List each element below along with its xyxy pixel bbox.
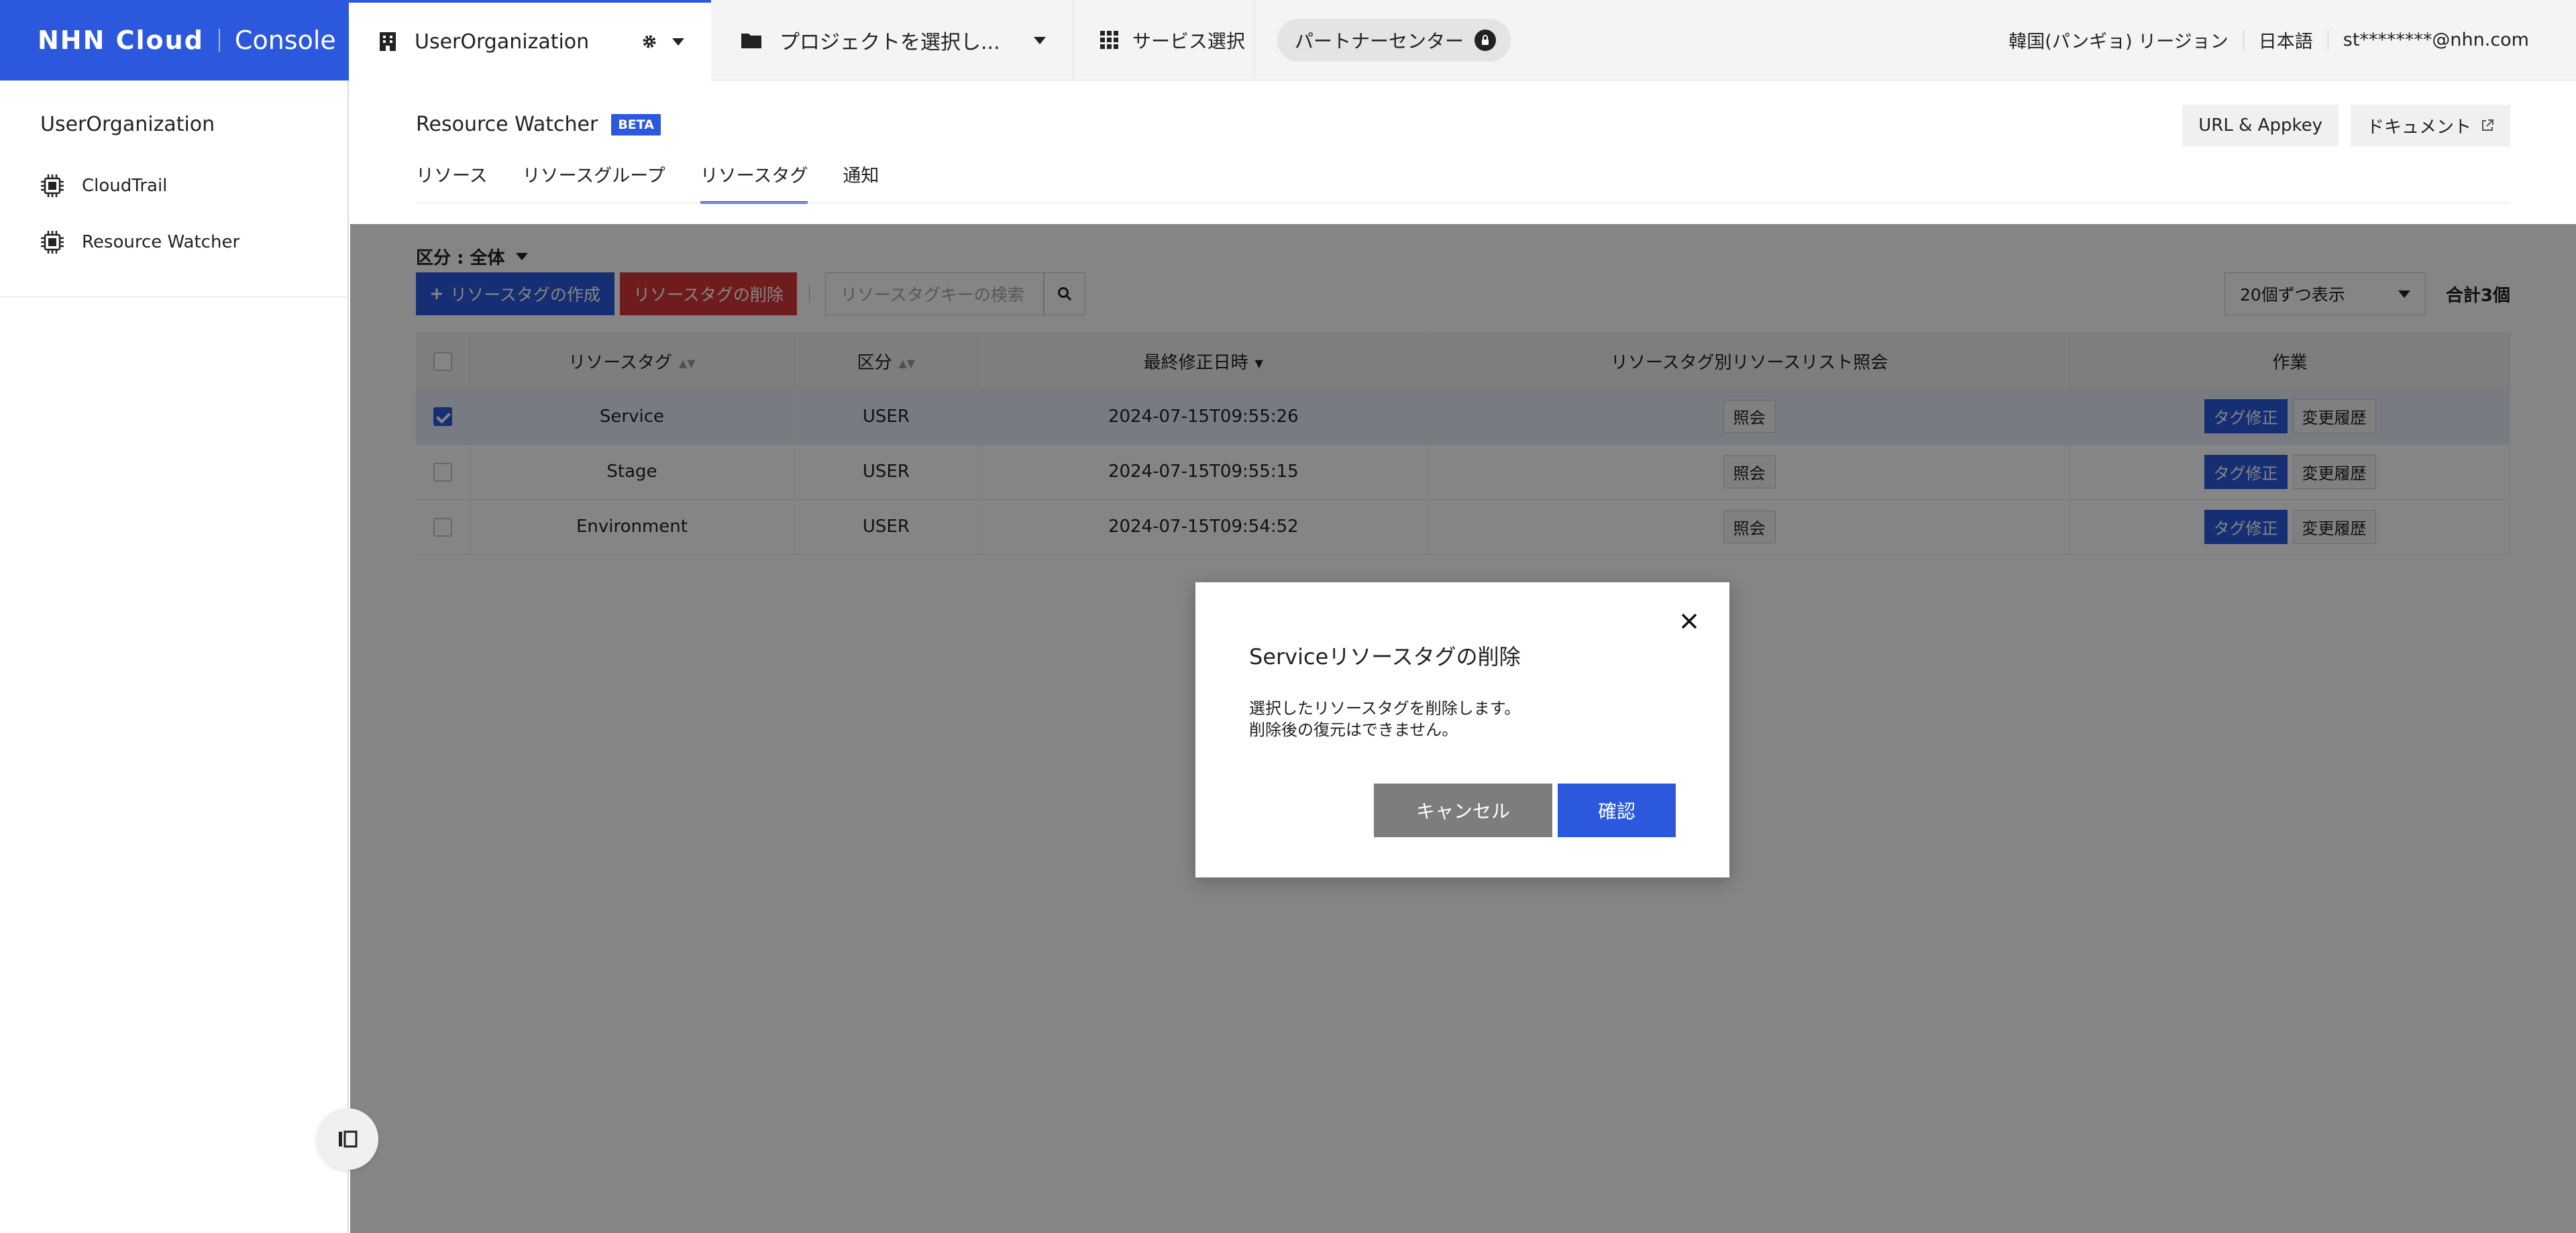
header-buttons: URL & Appkey ドキュメント (2170, 105, 2510, 146)
tab-resource-tag[interactable]: リソースタグ (700, 160, 808, 204)
tab-resource[interactable]: リソース (416, 160, 488, 204)
sidebar-item-label: CloudTrail (82, 176, 168, 196)
close-button[interactable] (1677, 609, 1701, 633)
organization-name: UserOrganization (415, 30, 590, 54)
language-selector[interactable]: 日本語 (2259, 27, 2313, 53)
chevron-down-icon[interactable] (1034, 36, 1046, 44)
tab-resource-group[interactable]: リソースグループ (523, 160, 665, 204)
organization-selector[interactable]: UserOrganization (349, 0, 711, 81)
logo-separator (218, 29, 220, 52)
sidebar-item-cloudtrail[interactable]: CloudTrail (40, 169, 167, 203)
dialog-message-line: 削除後の復元はできません。 (1249, 720, 1458, 739)
close-icon (1681, 613, 1697, 629)
project-selector[interactable]: プロジェクトを選択し... (711, 0, 1073, 81)
dialog-title: Serviceリソースタグの削除 (1249, 644, 1521, 669)
grid-icon (1100, 31, 1118, 49)
page-title: Resource Watcher BETA (416, 113, 661, 136)
dialog-message: 選択したリソースタグを削除します。 削除後の復元はできません。 (1249, 698, 1520, 741)
logo-text: NHN Cloud (38, 25, 204, 55)
lock-icon (1474, 30, 1497, 51)
logo[interactable]: NHN Cloud Console (0, 0, 349, 81)
beta-badge: BETA (611, 113, 661, 136)
console-text: Console (234, 25, 336, 55)
external-link-icon (2482, 119, 2493, 131)
dialog-message-line: 選択したリソースタグを削除します。 (1249, 699, 1521, 718)
collapse-icon (339, 1130, 358, 1148)
divider (2243, 30, 2244, 50)
folder-icon (741, 34, 761, 48)
tab-notification[interactable]: 通知 (843, 160, 879, 204)
cancel-button[interactable]: キャンセル (1374, 784, 1552, 837)
partner-center-button[interactable]: パートナーセンター (1277, 19, 1511, 62)
sidebar-item-resource-watcher[interactable]: Resource Watcher (40, 225, 239, 259)
partner-center-label: パートナーセンター (1295, 30, 1464, 52)
tab-bar: リソース リソースグループ リソースタグ 通知 (416, 160, 914, 204)
service-select-label: サービス選択 (1132, 30, 1246, 52)
confirm-button[interactable]: 確認 (1558, 784, 1676, 837)
sidebar-collapse-button[interactable] (317, 1108, 378, 1170)
sidebar-title: UserOrganization (40, 113, 215, 136)
url-appkey-button[interactable]: URL & Appkey (2182, 105, 2339, 146)
page-title-text: Resource Watcher (416, 113, 598, 136)
sidebar-item-label: Resource Watcher (82, 232, 240, 252)
chip-icon (41, 174, 64, 197)
chip-icon (41, 231, 64, 254)
top-right-menu: 韓国(パンギョ) リージョン 日本語 st********@nhn.com (2008, 0, 2576, 80)
document-button[interactable]: ドキュメント (2350, 105, 2510, 146)
region-selector[interactable]: 韓国(パンギョ) リージョン (2008, 27, 2228, 53)
top-bar: NHN Cloud Console UserOrganization プロジェク… (0, 0, 2576, 81)
chevron-down-icon[interactable] (672, 38, 684, 46)
delete-confirm-dialog: Serviceリソースタグの削除 選択したリソースタグを削除します。 削除後の復… (1195, 582, 1729, 877)
service-selector[interactable]: サービス選択 (1073, 0, 1254, 81)
organization-icon (380, 32, 396, 51)
document-label: ドキュメント (2366, 117, 2471, 138)
project-placeholder: プロジェクトを選択し... (780, 31, 1000, 54)
gear-icon[interactable] (641, 34, 657, 50)
user-account[interactable]: st********@nhn.com (2343, 30, 2529, 50)
sidebar: UserOrganization CloudTrail Resource Wat… (0, 81, 349, 1233)
